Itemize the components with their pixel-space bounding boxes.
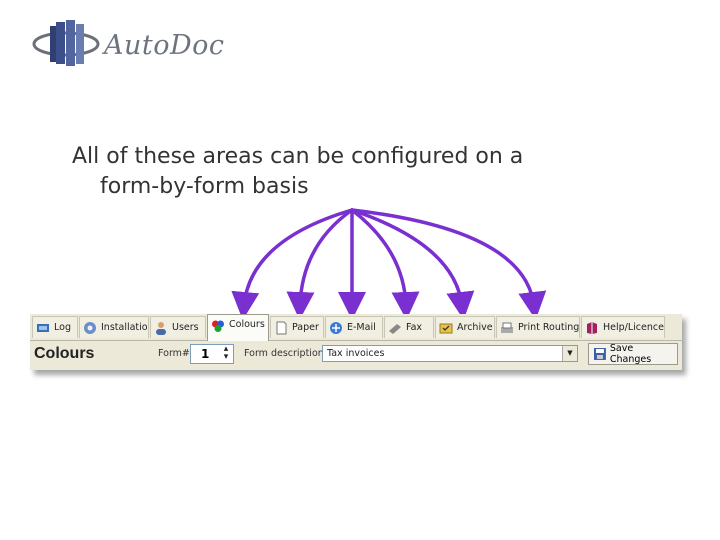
tab-label: Colours — [229, 319, 265, 330]
archive-icon — [439, 323, 453, 333]
users-icon — [156, 321, 166, 335]
log-icon — [37, 323, 49, 332]
tab-paper[interactable]: Paper — [270, 316, 324, 338]
spin-buttons[interactable]: ▴ ▾ — [219, 345, 233, 363]
save-changes-button[interactable]: Save Changes — [588, 343, 678, 365]
tab-label: Log — [54, 322, 71, 333]
tab-users[interactable]: Users — [150, 316, 206, 338]
tab-label: Fax — [406, 322, 423, 333]
help-book-icon — [587, 321, 597, 334]
installation-icon — [84, 321, 96, 334]
tab-fax[interactable]: Fax — [384, 316, 434, 338]
form-description-select[interactable]: Tax invoices ▼ — [322, 345, 578, 362]
tab-label: Help/Licence — [603, 322, 664, 333]
save-changes-label: Save Changes — [609, 343, 652, 365]
arrow-print-routing — [350, 208, 547, 320]
tab-email[interactable]: E-Mail — [325, 316, 383, 338]
arrow-paper — [286, 208, 354, 320]
tab-label: E-Mail — [347, 322, 376, 333]
tab-print-routing[interactable]: Print Routing — [496, 316, 580, 338]
tab-log[interactable]: Log — [32, 316, 78, 338]
form-number-label: Form# — [158, 348, 190, 359]
page-title: Colours — [34, 345, 95, 362]
settings-window: Log Installation Users Colours Paper E-M… — [30, 314, 682, 370]
fax-icon — [389, 323, 401, 334]
form-number-stepper[interactable]: 1 ▴ ▾ — [190, 344, 234, 364]
chevron-down-icon[interactable]: ▼ — [562, 346, 577, 361]
arrow-fax — [350, 208, 420, 320]
tab-colours[interactable]: Colours — [207, 314, 269, 341]
form-description-label: Form description — [244, 348, 324, 359]
tab-label: Users — [172, 322, 199, 333]
email-icon — [330, 321, 342, 334]
tab-label: Installation — [101, 322, 149, 333]
tab-help-licence[interactable]: Help/Licence — [581, 316, 665, 338]
save-icon — [593, 348, 606, 360]
paper-icon — [276, 321, 287, 334]
tab-label: Archive — [457, 322, 493, 333]
callout-arrows — [231, 208, 547, 320]
tab-archive[interactable]: Archive — [435, 316, 495, 338]
form-description-value: Tax invoices — [327, 348, 385, 359]
tab-label: Paper — [292, 322, 319, 333]
tab-bar: Log Installation Users Colours Paper E-M… — [30, 314, 682, 341]
tab-label: Print Routing — [518, 322, 580, 333]
tab-installation[interactable]: Installation — [79, 316, 149, 338]
form-number-value: 1 — [201, 347, 210, 361]
colours-toolbar: Colours Form# 1 ▴ ▾ Form description Tax … — [30, 341, 682, 370]
colours-icon — [212, 320, 224, 332]
printer-icon — [501, 322, 513, 333]
